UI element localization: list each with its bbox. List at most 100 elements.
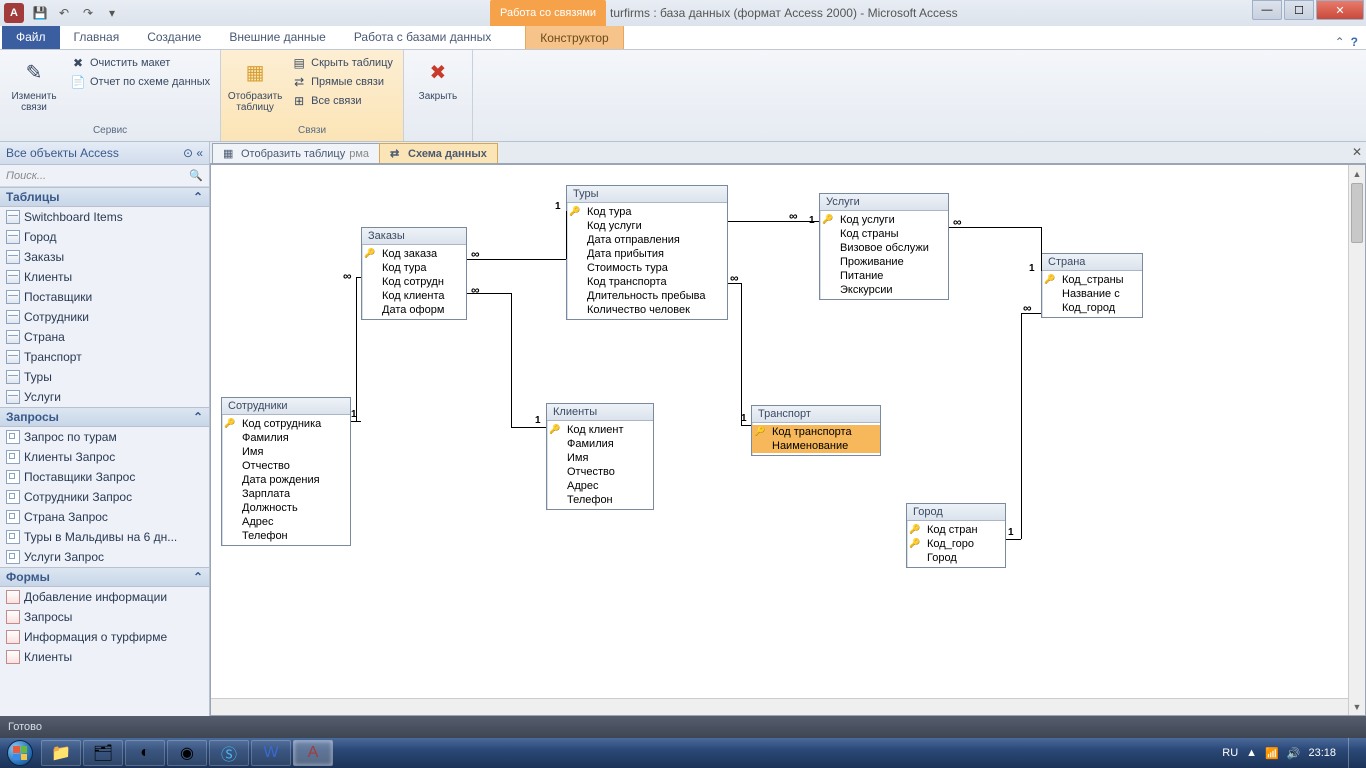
all-relationships-button[interactable]: ⊞Все связи (287, 92, 397, 110)
field-item[interactable]: Код сотрудн (362, 275, 466, 289)
field-item[interactable]: Код_город (1042, 301, 1142, 315)
table-zakazy-title[interactable]: Заказы (362, 228, 466, 245)
nav-item[interactable]: Клиенты (0, 267, 209, 287)
table-strana[interactable]: Страна Код_страныНазвание сКод_город (1041, 253, 1143, 318)
scroll-down-icon[interactable]: ▼ (1349, 698, 1365, 715)
close-design-button[interactable]: ✖ Закрыть (410, 54, 466, 105)
qat-undo-icon[interactable]: ↶ (54, 3, 74, 23)
nav-item[interactable]: Поставщики Запрос (0, 467, 209, 487)
field-item[interactable]: Код транспорта (567, 275, 727, 289)
field-item[interactable]: Телефон (222, 529, 350, 543)
table-gorod-title[interactable]: Город (907, 504, 1005, 521)
field-item[interactable]: Код сотрудника (222, 417, 350, 431)
field-item[interactable]: Количество человек (567, 303, 727, 317)
scroll-thumb[interactable] (1351, 183, 1363, 243)
table-transport-title[interactable]: Транспорт (752, 406, 880, 423)
field-item[interactable]: Зарплата (222, 487, 350, 501)
field-item[interactable]: Код заказа (362, 247, 466, 261)
table-gorod[interactable]: Город Код странКод_гороГород (906, 503, 1006, 568)
field-item[interactable]: Код клиент (547, 423, 653, 437)
taskbar-skype[interactable]: Ⓢ (209, 740, 249, 766)
field-item[interactable]: Адрес (222, 515, 350, 529)
table-tury[interactable]: Туры Код тураКод услугиДата отправленияД… (566, 185, 728, 320)
table-transport[interactable]: Транспорт Код транспортаНаименование (751, 405, 881, 456)
field-item[interactable]: Длительность пребыва (567, 289, 727, 303)
relationships-canvas[interactable]: Заказы Код заказаКод тураКод сотруднКод … (210, 164, 1366, 716)
field-item[interactable]: Имя (222, 445, 350, 459)
table-klienty-title[interactable]: Клиенты (547, 404, 653, 421)
table-strana-title[interactable]: Страна (1042, 254, 1142, 271)
field-item[interactable]: Дата оформ (362, 303, 466, 317)
field-item[interactable]: Дата рождения (222, 473, 350, 487)
doc-tab-schema[interactable]: ⇄Схема данных (379, 143, 498, 163)
file-tab[interactable]: Файл (2, 25, 60, 49)
field-item[interactable]: Дата отправления (567, 233, 727, 247)
taskbar-steam[interactable]: ◐ (125, 740, 165, 766)
table-tury-title[interactable]: Туры (567, 186, 727, 203)
taskbar-access[interactable]: A (293, 740, 333, 766)
nav-item[interactable]: Туры в Мальдивы на 6 дн... (0, 527, 209, 547)
field-item[interactable]: Проживание (820, 255, 948, 269)
nav-item[interactable]: Поставщики (0, 287, 209, 307)
nav-item[interactable]: Заказы (0, 247, 209, 267)
table-uslugi[interactable]: Услуги Код услугиКод страныВизовое обслу… (819, 193, 949, 300)
table-sotrudniki[interactable]: Сотрудники Код сотрудникаФамилияИмяОтчес… (221, 397, 351, 546)
taskbar-explorer[interactable]: 📁 (41, 740, 81, 766)
field-item[interactable]: Фамилия (222, 431, 350, 445)
field-item[interactable]: Код тура (362, 261, 466, 275)
tab-create[interactable]: Создание (133, 25, 215, 49)
edit-relationships-button[interactable]: ✎ Изменить связи (6, 54, 62, 116)
field-item[interactable]: Стоимость тура (567, 261, 727, 275)
nav-item[interactable]: Добавление информации (0, 587, 209, 607)
minimize-button[interactable]: — (1252, 0, 1282, 20)
field-item[interactable]: Код_страны (1042, 273, 1142, 287)
tray-time[interactable]: 23:18 (1308, 747, 1336, 759)
nav-item[interactable]: Транспорт (0, 347, 209, 367)
table-sotrudniki-title[interactable]: Сотрудники (222, 398, 350, 415)
tab-database-tools[interactable]: Работа с базами данных (340, 25, 505, 49)
field-item[interactable]: Код транспорта (752, 425, 880, 439)
field-item[interactable]: Отчество (547, 465, 653, 479)
show-desktop-button[interactable] (1348, 738, 1358, 768)
field-item[interactable]: Телефон (547, 493, 653, 507)
help-icon[interactable]: ? (1351, 35, 1358, 49)
field-item[interactable]: Город (907, 551, 1005, 565)
close-button[interactable]: ✕ (1316, 0, 1364, 20)
qat-customize-icon[interactable]: ▾ (102, 3, 122, 23)
field-item[interactable]: Код клиента (362, 289, 466, 303)
field-item[interactable]: Код услуги (820, 213, 948, 227)
field-item[interactable]: Код услуги (567, 219, 727, 233)
tray-lang[interactable]: RU (1222, 747, 1238, 759)
qat-redo-icon[interactable]: ↷ (78, 3, 98, 23)
doc-tab-show-table[interactable]: ▦Отобразить таблицурма (212, 143, 380, 163)
nav-header[interactable]: Все объекты Access ⊙ « (0, 142, 209, 165)
nav-item[interactable]: Город (0, 227, 209, 247)
field-item[interactable]: Имя (547, 451, 653, 465)
tray-flag-icon[interactable]: ▲ (1246, 747, 1257, 759)
ribbon-minimize-icon[interactable]: ⌃ (1335, 35, 1345, 49)
table-klienty[interactable]: Клиенты Код клиентФамилияИмяОтчествоАдре… (546, 403, 654, 510)
tab-external-data[interactable]: Внешние данные (215, 25, 340, 49)
tray-network-icon[interactable]: 📶 (1265, 747, 1279, 760)
field-item[interactable]: Код_горо (907, 537, 1005, 551)
taskbar-word[interactable]: W (251, 740, 291, 766)
nav-item[interactable]: Сотрудники Запрос (0, 487, 209, 507)
show-table-button[interactable]: ▦ Отобразить таблицу (227, 54, 283, 116)
field-item[interactable]: Визовое обслужи (820, 241, 948, 255)
nav-item[interactable]: Услуги Запрос (0, 547, 209, 567)
nav-item[interactable]: Туры (0, 367, 209, 387)
field-item[interactable]: Код стран (907, 523, 1005, 537)
maximize-button[interactable]: ☐ (1284, 0, 1314, 20)
field-item[interactable]: Экскурсии (820, 283, 948, 297)
taskbar-chrome[interactable]: ◉ (167, 740, 207, 766)
collapse-icon[interactable]: ⌃ (193, 410, 203, 424)
tab-design[interactable]: Конструктор (525, 25, 623, 49)
nav-item[interactable]: Страна Запрос (0, 507, 209, 527)
hide-table-button[interactable]: ▤Скрыть таблицу (287, 54, 397, 72)
nav-item[interactable]: Запросы (0, 607, 209, 627)
table-zakazy[interactable]: Заказы Код заказаКод тураКод сотруднКод … (361, 227, 467, 320)
tray-volume-icon[interactable]: 🔊 (1287, 747, 1301, 760)
relationship-report-button[interactable]: 📄Отчет по схеме данных (66, 73, 214, 91)
collapse-icon[interactable]: ⌃ (193, 570, 203, 584)
field-item[interactable]: Название с (1042, 287, 1142, 301)
